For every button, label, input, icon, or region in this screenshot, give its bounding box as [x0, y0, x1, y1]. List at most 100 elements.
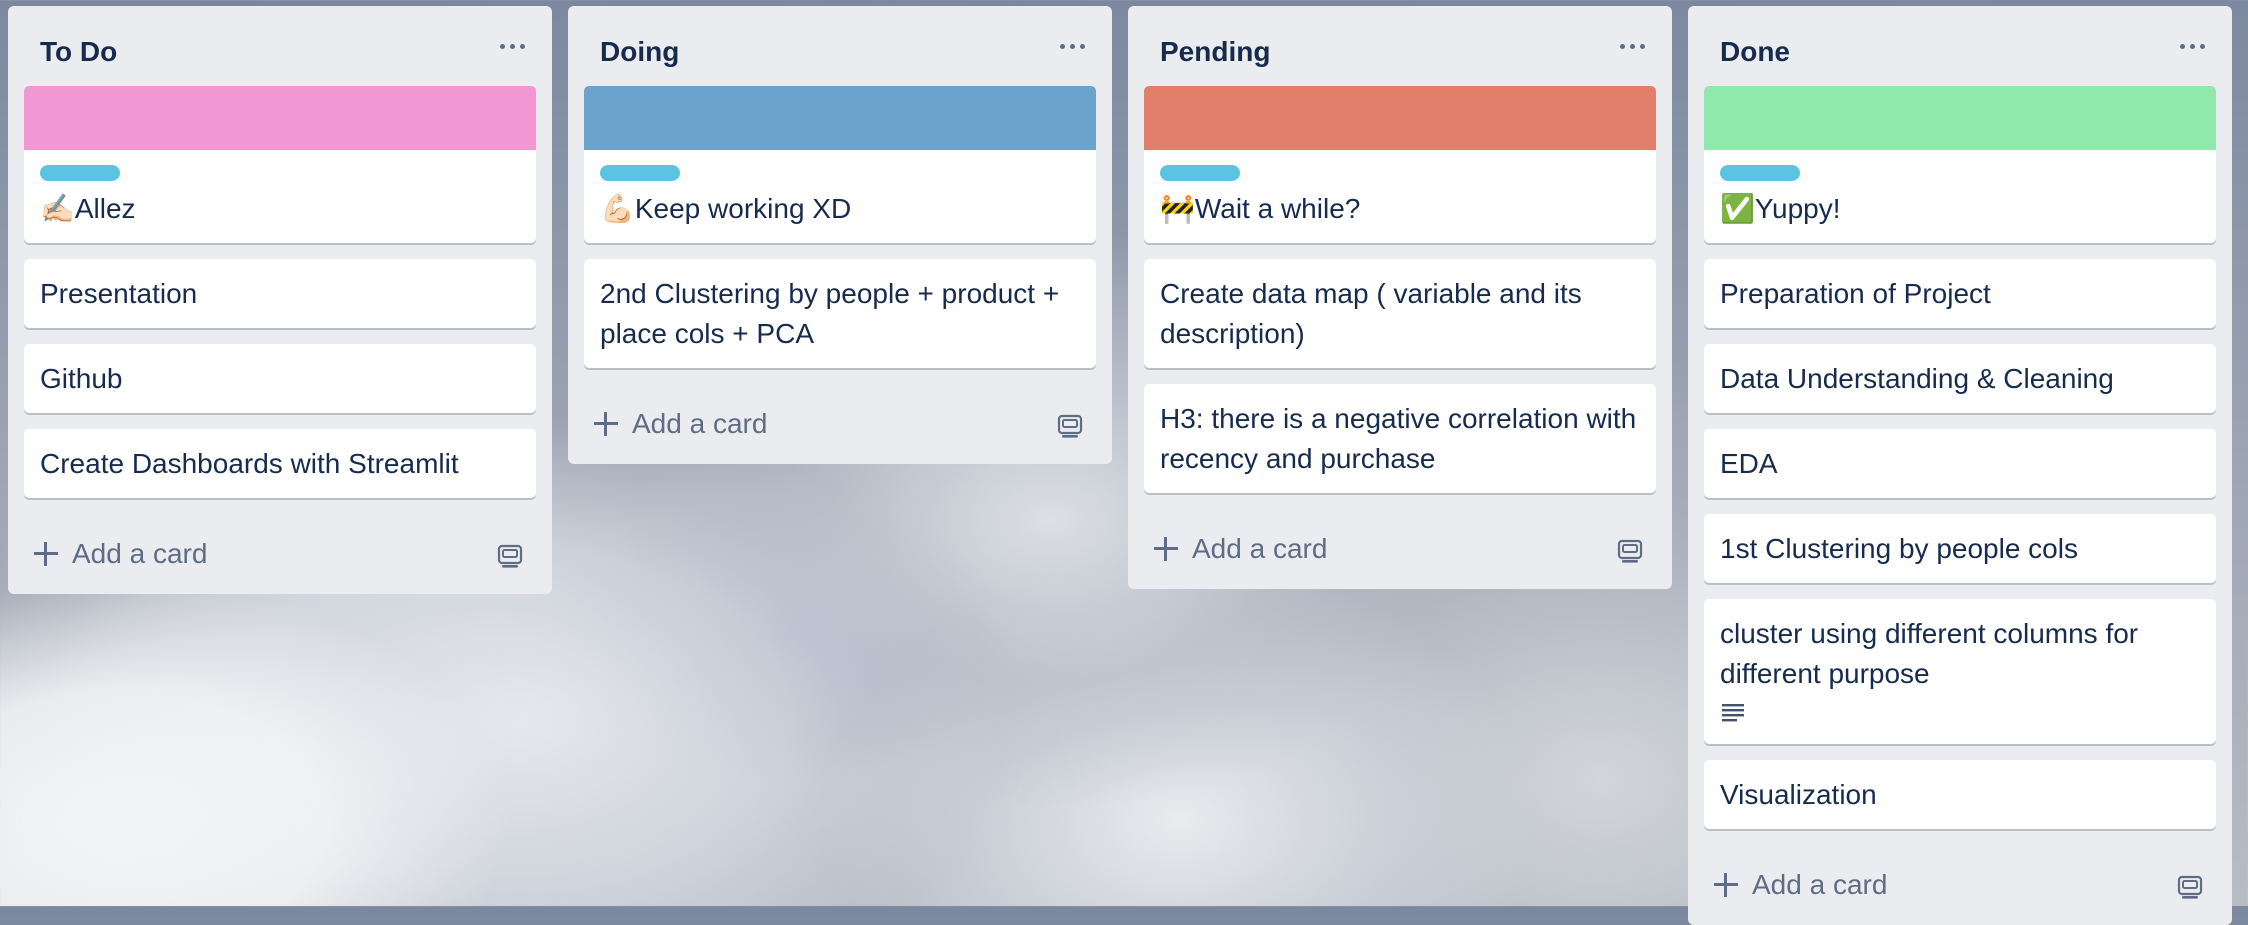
card-cover [1144, 86, 1656, 150]
card-body: 2nd Clustering by people + product + pla… [584, 259, 1096, 368]
card[interactable]: 1st Clustering by people cols [1704, 514, 2216, 583]
card-body: ✍🏻Allez [24, 150, 536, 243]
add-card-button[interactable]: Add a card [32, 532, 207, 576]
card[interactable]: H3: there is a negative correlation with… [1144, 384, 1656, 493]
card-title: EDA [1720, 448, 1778, 479]
list-header: Doing [568, 6, 1112, 86]
add-card-button[interactable]: Add a card [592, 402, 767, 446]
list-header: Done [1688, 6, 2232, 86]
list-menu-button[interactable] [2174, 30, 2210, 62]
plus-icon [1712, 871, 1740, 899]
card[interactable]: 💪🏻Keep working XD [584, 86, 1096, 243]
card[interactable]: Presentation [24, 259, 536, 328]
card-title: 2nd Clustering by people + product + pla… [600, 278, 1060, 349]
card[interactable]: Preparation of Project [1704, 259, 2216, 328]
card-list: 💪🏻Keep working XD 2nd Clustering by peop… [568, 86, 1112, 368]
menu-dot [509, 43, 515, 49]
description-lines-icon [1722, 704, 1744, 722]
list-menu-button[interactable] [494, 30, 530, 62]
card-template-icon[interactable] [1616, 539, 1644, 565]
card-title: Github [40, 363, 123, 394]
card-title: 💪🏻Keep working XD [600, 193, 852, 224]
card-template-icon[interactable] [496, 544, 524, 570]
list-header: To Do [8, 6, 552, 86]
list-title[interactable]: To Do [40, 36, 117, 68]
plus-icon [592, 410, 620, 438]
card-template-icon[interactable] [1056, 414, 1084, 440]
card-label[interactable] [600, 165, 680, 181]
menu-dot [2189, 43, 2195, 49]
card-body: Create data map ( variable and its descr… [1144, 259, 1656, 368]
card-title: Presentation [40, 278, 198, 309]
add-card-button[interactable]: Add a card [1152, 527, 1327, 571]
menu-dot [2199, 43, 2205, 49]
menu-dot [1079, 43, 1085, 49]
card-title: Preparation of Project [1720, 278, 1991, 309]
card-body: Preparation of Project [1704, 259, 2216, 328]
card-badges [1720, 700, 2200, 730]
card[interactable]: 2nd Clustering by people + product + pla… [584, 259, 1096, 368]
card-body: 🚧Wait a while? [1144, 150, 1656, 243]
card[interactable]: EDA [1704, 429, 2216, 498]
card-label[interactable] [1720, 165, 1800, 181]
card[interactable]: Create Dashboards with Streamlit [24, 429, 536, 498]
card-template-icon[interactable] [2176, 875, 2204, 901]
plus-icon [32, 540, 60, 568]
menu-dot [1639, 43, 1645, 49]
card[interactable]: Github [24, 344, 536, 413]
card-body: cluster using different columns for diff… [1704, 599, 2216, 744]
card-body: ✅Yuppy! [1704, 150, 2216, 243]
card-body: Presentation [24, 259, 536, 328]
card-cover [584, 86, 1096, 150]
card-body: Create Dashboards with Streamlit [24, 429, 536, 498]
card-body: 1st Clustering by people cols [1704, 514, 2216, 583]
add-card-label: Add a card [1752, 869, 1888, 900]
add-card-button[interactable]: Add a card [1712, 863, 1887, 907]
card[interactable]: ✍🏻Allez [24, 86, 536, 243]
list-menu-button[interactable] [1054, 30, 1090, 62]
list-title[interactable]: Pending [1160, 36, 1270, 68]
card-body: EDA [1704, 429, 2216, 498]
menu-dot [519, 43, 525, 49]
menu-dot [1069, 43, 1075, 49]
card[interactable]: cluster using different columns for diff… [1704, 599, 2216, 744]
add-card-label: Add a card [632, 408, 768, 439]
menu-dot [1629, 43, 1635, 49]
card-title: ✅Yuppy! [1720, 193, 1841, 224]
card-body: Data Understanding & Cleaning [1704, 344, 2216, 413]
card-title: cluster using different columns for diff… [1720, 618, 2139, 689]
more-horizontal-icon [499, 43, 505, 49]
plus-icon [1152, 535, 1180, 563]
card-body: Visualization [1704, 760, 2216, 829]
card[interactable]: 🚧Wait a while? [1144, 86, 1656, 243]
more-horizontal-icon [1619, 43, 1625, 49]
add-card-label: Add a card [72, 538, 208, 569]
card-composer: Add a card [1128, 509, 1672, 589]
card-composer: Add a card [8, 514, 552, 594]
card-title: Data Understanding & Cleaning [1720, 363, 2114, 394]
card[interactable]: Visualization [1704, 760, 2216, 829]
card-list: ✅Yuppy! Preparation of Project Data Unde… [1688, 86, 2232, 829]
card-composer: Add a card [568, 384, 1112, 464]
card-title: H3: there is a negative correlation with… [1160, 403, 1637, 474]
card-label[interactable] [40, 165, 120, 181]
card-list: 🚧Wait a while? Create data map ( variabl… [1128, 86, 1672, 493]
more-horizontal-icon [1059, 43, 1065, 49]
list-menu-button[interactable] [1614, 30, 1650, 62]
card-label[interactable] [1160, 165, 1240, 181]
add-card-label: Add a card [1192, 533, 1328, 564]
card-body: 💪🏻Keep working XD [584, 150, 1096, 243]
card[interactable]: Create data map ( variable and its descr… [1144, 259, 1656, 368]
card-title: ✍🏻Allez [40, 193, 136, 224]
card[interactable]: ✅Yuppy! [1704, 86, 2216, 243]
card-title: Create Dashboards with Streamlit [40, 448, 459, 479]
list-doing: Doing 💪🏻Keep working XD 2nd Clustering b… [568, 6, 1112, 464]
card[interactable]: Data Understanding & Cleaning [1704, 344, 2216, 413]
list-title[interactable]: Done [1720, 36, 1790, 68]
card-body: Github [24, 344, 536, 413]
list-header: Pending [1128, 6, 1672, 86]
list-title[interactable]: Doing [600, 36, 679, 68]
card-title: 1st Clustering by people cols [1720, 533, 2078, 564]
list-todo: To Do ✍🏻Allez Presentation Github Create… [8, 6, 552, 594]
card-title: Create data map ( variable and its descr… [1160, 278, 1582, 349]
